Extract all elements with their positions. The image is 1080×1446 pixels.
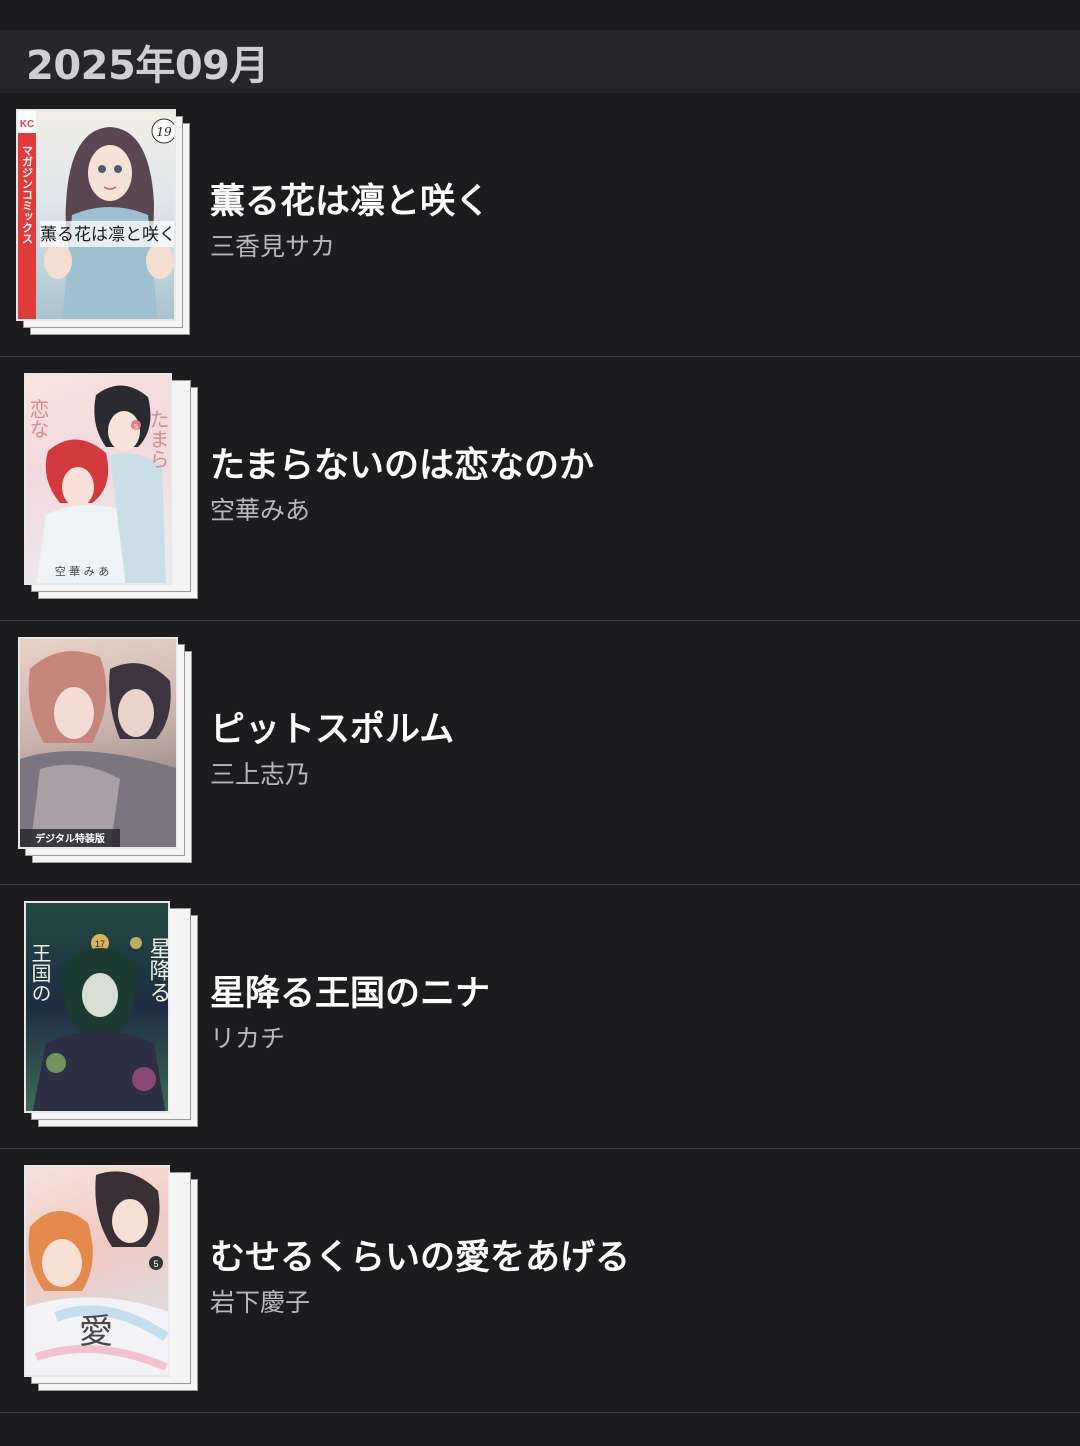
book-row[interactable]: KC マガジンコミックス 19 薫る花は凛と咲く 薫る花は凛と咲く 三香見サカ bbox=[0, 93, 1080, 357]
book-author[interactable]: 三上志乃 bbox=[210, 757, 454, 793]
imprint-logo: KC bbox=[20, 119, 34, 130]
book-row[interactable]: 5 愛 むせるくらいの愛をあげる 岩下慶子 bbox=[0, 1149, 1080, 1413]
book-title[interactable]: たまらないのは恋なのか bbox=[210, 443, 594, 489]
svg-text:王国の: 王国の bbox=[28, 943, 52, 1003]
svg-text:愛: 愛 bbox=[79, 1312, 113, 1352]
book-cover-image: 17 星降る 王国の bbox=[24, 901, 170, 1113]
svg-text:星降る: 星降る bbox=[146, 937, 171, 1003]
book-list: KC マガジンコミックス 19 薫る花は凛と咲く 薫る花は凛と咲く 三香見サカ … bbox=[0, 93, 1080, 1413]
book-row[interactable]: たまら 恋な 5 空 華 み あ たまらないのは恋なのか 空華みあ bbox=[0, 357, 1080, 621]
cover-author-text: 空 華 み あ bbox=[55, 564, 110, 578]
book-cover-stack[interactable]: 17 星降る 王国の bbox=[24, 901, 200, 1129]
cover-title-text: 薫る花は凛と咲く bbox=[40, 225, 176, 245]
cover-volume-number: 5 bbox=[153, 1259, 158, 1269]
book-author[interactable]: リカチ bbox=[210, 1021, 490, 1057]
book-title[interactable]: むせるくらいの愛をあげる bbox=[210, 1235, 630, 1281]
month-section-header: 2025年09月 bbox=[0, 30, 1080, 93]
book-row[interactable]: 17 星降る 王国の 星降る王国のニナ リカチ bbox=[0, 885, 1080, 1149]
book-title[interactable]: 薫る花は凛と咲く bbox=[210, 179, 490, 225]
book-cover-image: デジタル特装版 bbox=[18, 637, 178, 849]
book-cover-stack[interactable]: デジタル特装版 bbox=[18, 637, 194, 865]
book-author[interactable]: 空華みあ bbox=[210, 493, 594, 529]
book-cover-image: KC マガジンコミックス 19 薫る花は凛と咲く bbox=[16, 109, 176, 321]
book-cover-image: 5 愛 bbox=[24, 1165, 170, 1377]
book-author[interactable]: 三香見サカ bbox=[210, 229, 490, 265]
cover-volume-number: 19 bbox=[156, 125, 172, 139]
svg-text:たまら: たまら bbox=[146, 409, 170, 469]
section-header-label: 2025年09月 bbox=[26, 42, 270, 89]
cover-volume-number: 17 bbox=[95, 939, 105, 949]
book-row[interactable]: デジタル特装版 ピットスポルム 三上志乃 bbox=[0, 621, 1080, 885]
cover-label-vertical: マガジンコミックス bbox=[21, 145, 34, 244]
book-cover-stack[interactable]: 5 愛 bbox=[24, 1165, 200, 1393]
top-spacer bbox=[0, 0, 1080, 30]
book-author[interactable]: 岩下慶子 bbox=[210, 1285, 630, 1321]
svg-text:恋な: 恋な bbox=[26, 399, 50, 439]
cover-volume-number: 5 bbox=[134, 424, 138, 431]
book-title[interactable]: ピットスポルム bbox=[210, 707, 454, 753]
book-cover-stack[interactable]: KC マガジンコミックス 19 薫る花は凛と咲く bbox=[16, 109, 192, 337]
book-cover-stack[interactable]: たまら 恋な 5 空 華 み あ bbox=[24, 373, 200, 601]
book-cover-image: たまら 恋な 5 空 華 み あ bbox=[24, 373, 172, 585]
cover-badge: デジタル特装版 bbox=[35, 832, 105, 845]
book-title[interactable]: 星降る王国のニナ bbox=[210, 971, 490, 1017]
